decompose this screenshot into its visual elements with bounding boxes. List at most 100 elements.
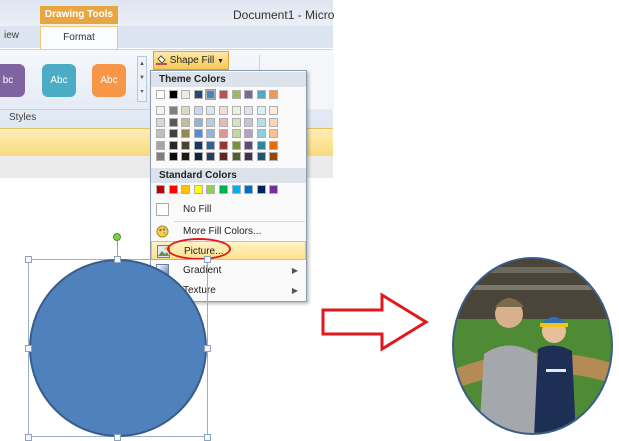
resize-handle[interactable]	[25, 434, 32, 441]
resize-handle[interactable]	[114, 434, 121, 441]
resize-handle[interactable]	[204, 434, 211, 441]
resize-handle[interactable]	[25, 256, 32, 263]
standard-color-swatch[interactable]	[206, 185, 216, 194]
rotation-handle[interactable]	[113, 233, 121, 241]
standard-color-swatch[interactable]	[181, 185, 191, 194]
theme-shade-swatch[interactable]	[168, 140, 178, 150]
theme-shade-swatch[interactable]	[269, 129, 279, 138]
theme-shade-swatch[interactable]	[168, 152, 178, 161]
theme-shade-swatch[interactable]	[256, 117, 266, 127]
theme-shade-swatch[interactable]	[193, 117, 203, 127]
picture-filled-circle	[452, 257, 613, 435]
submenu-arrow-icon: ▶	[291, 286, 298, 295]
theme-shade-swatch[interactable]	[219, 152, 228, 161]
theme-color-swatch[interactable]	[256, 90, 266, 99]
theme-shade-swatch[interactable]	[206, 106, 216, 115]
standard-color-swatch[interactable]	[193, 185, 203, 194]
theme-shade-swatch[interactable]	[269, 140, 279, 150]
theme-shade-swatch[interactable]	[219, 117, 228, 127]
theme-shade-swatch[interactable]	[244, 140, 254, 150]
group-separator	[0, 109, 150, 110]
theme-shade-swatch[interactable]	[193, 152, 203, 161]
standard-color-swatch[interactable]	[269, 185, 279, 194]
theme-shade-swatch[interactable]	[156, 152, 165, 161]
shape-style-aqua[interactable]: Abc	[42, 64, 76, 97]
theme-colors-header: Theme Colors	[151, 72, 306, 87]
theme-shade-swatch[interactable]	[181, 129, 191, 138]
theme-color-swatch[interactable]	[205, 89, 217, 100]
theme-shade-swatch[interactable]	[168, 106, 178, 115]
theme-shade-swatch[interactable]	[269, 106, 279, 115]
shape-style-orange[interactable]: Abc	[92, 64, 126, 97]
standard-color-swatch[interactable]	[231, 185, 241, 194]
theme-shade-swatch[interactable]	[156, 117, 165, 127]
theme-shade-swatch[interactable]	[231, 152, 241, 161]
theme-color-swatch[interactable]	[244, 90, 254, 99]
theme-color-swatch[interactable]	[219, 90, 228, 99]
theme-color-swatch[interactable]	[168, 90, 178, 99]
theme-shade-swatch[interactable]	[219, 106, 228, 115]
theme-shade-swatch[interactable]	[231, 129, 241, 138]
theme-shade-swatch[interactable]	[168, 129, 178, 138]
blue-circle-shape[interactable]	[29, 259, 207, 437]
theme-shade-swatch[interactable]	[231, 117, 241, 127]
theme-shade-swatch[interactable]	[244, 129, 254, 138]
styles-group-label: Styles	[9, 112, 37, 123]
theme-shade-swatch[interactable]	[231, 140, 241, 150]
standard-color-swatch[interactable]	[219, 185, 228, 194]
theme-shade-swatch[interactable]	[219, 129, 228, 138]
theme-color-swatch[interactable]	[269, 90, 279, 99]
theme-shade-swatch[interactable]	[231, 106, 241, 115]
no-fill-item[interactable]: No Fill	[151, 200, 306, 219]
theme-shade-swatch[interactable]	[256, 106, 266, 115]
tab-view[interactable]: iew	[4, 30, 19, 41]
theme-shade-swatch[interactable]	[156, 129, 165, 138]
theme-shade-swatch[interactable]	[193, 106, 203, 115]
theme-shade-swatch[interactable]	[244, 152, 254, 161]
theme-shade-swatch[interactable]	[181, 152, 191, 161]
theme-color-swatch[interactable]	[181, 90, 191, 99]
document-title: Document1 - Micro	[233, 8, 335, 22]
shape-fill-button[interactable]: Shape Fill ▼	[153, 51, 229, 70]
drawing-tools-tab[interactable]: Drawing Tools	[40, 6, 118, 24]
theme-color-swatch[interactable]	[231, 90, 241, 99]
theme-shade-swatch[interactable]	[244, 106, 254, 115]
theme-shade-swatch[interactable]	[206, 152, 216, 161]
standard-color-swatch[interactable]	[244, 185, 254, 194]
theme-shade-swatch[interactable]	[156, 106, 165, 115]
theme-shade-swatch[interactable]	[256, 129, 266, 138]
theme-shade-swatch[interactable]	[219, 140, 228, 150]
theme-color-swatch[interactable]	[156, 90, 165, 99]
resize-handle[interactable]	[114, 256, 121, 263]
theme-shade-swatch[interactable]	[256, 152, 266, 161]
theme-shade-swatch[interactable]	[244, 117, 254, 127]
theme-shade-swatch[interactable]	[168, 117, 178, 127]
theme-shade-swatch[interactable]	[193, 129, 203, 138]
theme-shade-swatch[interactable]	[206, 129, 216, 138]
standard-color-swatch[interactable]	[256, 185, 266, 194]
styles-gallery-scroll[interactable]: ▲ ▼ ▾	[137, 56, 147, 102]
standard-color-swatch[interactable]	[168, 185, 178, 194]
theme-shade-swatch[interactable]	[181, 117, 191, 127]
theme-shade-swatch[interactable]	[206, 117, 216, 127]
theme-shade-swatch[interactable]	[156, 140, 165, 150]
theme-shade-swatch[interactable]	[269, 152, 279, 161]
theme-color-swatch[interactable]	[193, 90, 203, 99]
resize-handle[interactable]	[204, 345, 211, 352]
more-fill-colors-item[interactable]: More Fill Colors...	[151, 222, 306, 241]
paint-bucket-icon	[156, 54, 167, 65]
resize-handle[interactable]	[204, 256, 211, 263]
chevron-down-icon: ▼	[217, 58, 224, 65]
resize-handle[interactable]	[25, 345, 32, 352]
theme-shade-swatch[interactable]	[193, 140, 203, 150]
theme-shade-swatch[interactable]	[256, 140, 266, 150]
standard-color-swatch[interactable]	[156, 185, 165, 194]
shape-style-purple[interactable]: bc	[0, 64, 25, 97]
color-palette-icon	[156, 225, 169, 238]
theme-shade-swatch[interactable]	[181, 140, 191, 150]
theme-shade-swatch[interactable]	[181, 106, 191, 115]
stadium-photo-icon	[454, 259, 611, 433]
theme-shade-swatch[interactable]	[269, 117, 279, 127]
theme-shade-swatch[interactable]	[206, 140, 216, 150]
tab-format[interactable]: Format	[40, 26, 118, 50]
